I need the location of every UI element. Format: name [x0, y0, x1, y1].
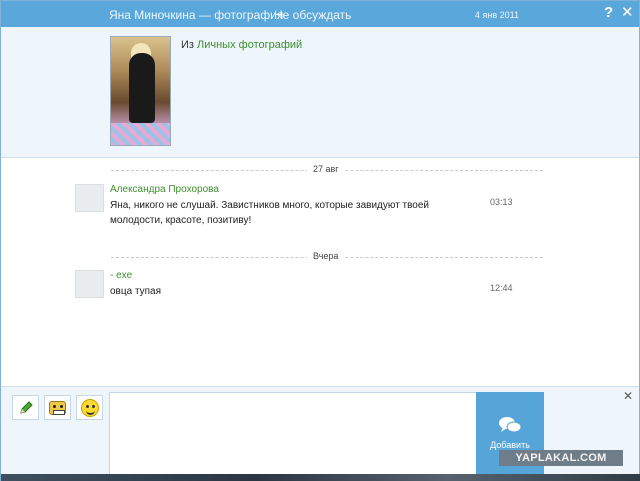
help-button[interactable]: ?	[604, 5, 613, 21]
album-prefix: Из	[181, 39, 194, 51]
comment-item: - exe овца тупая 12:44	[75, 270, 545, 302]
comment-author[interactable]: - exe	[110, 270, 132, 281]
close-composer-icon[interactable]: ✕	[623, 389, 633, 403]
comment-text: овца тупая	[110, 286, 162, 297]
comment-time: 12:44	[490, 283, 513, 293]
date-separator: Вчера	[111, 251, 543, 263]
avatar[interactable]	[75, 184, 104, 212]
taskbar-strip	[1, 474, 640, 481]
no-discuss-link[interactable]: Не обсуждать	[274, 8, 351, 22]
smiley-icon[interactable]	[76, 395, 103, 420]
close-button[interactable]: ✕	[621, 5, 634, 21]
comment-input[interactable]	[109, 392, 477, 476]
date-separator-label: 27 авг	[307, 164, 345, 174]
comment-author[interactable]: Александра Прохорова	[110, 184, 219, 195]
comment-text: Яна, никого не слушай. Завистников много…	[110, 200, 429, 226]
photo-panel: Из Личных фотографий	[1, 27, 639, 158]
photo-thumbnail[interactable]	[110, 36, 171, 146]
window-title: Яна Миночкина — фотография	[109, 8, 284, 22]
chat-bubble-icon	[499, 417, 522, 433]
watermark: YAPLAKAL.COM	[499, 450, 623, 466]
album-link[interactable]: Личных фотографий	[197, 39, 302, 51]
pencil-icon[interactable]	[12, 395, 39, 420]
photo-date: 4 янв 2011	[475, 10, 519, 20]
comment-time: 03:13	[490, 197, 513, 207]
album-source: Из Личных фотографий	[181, 39, 302, 51]
avatar[interactable]	[75, 270, 104, 298]
title-bar: Яна Миночкина — фотография Не обсуждать …	[1, 1, 639, 27]
date-separator: 27 авг	[111, 164, 543, 176]
date-separator-label: Вчера	[307, 251, 345, 261]
photo-viewer-window: Яна Миночкина — фотография Не обсуждать …	[0, 0, 640, 481]
robot-sticker-icon[interactable]	[44, 395, 71, 420]
comment-item: Александра Прохорова Яна, никого не слуш…	[75, 184, 545, 229]
add-button-label: Добавить	[490, 440, 530, 450]
